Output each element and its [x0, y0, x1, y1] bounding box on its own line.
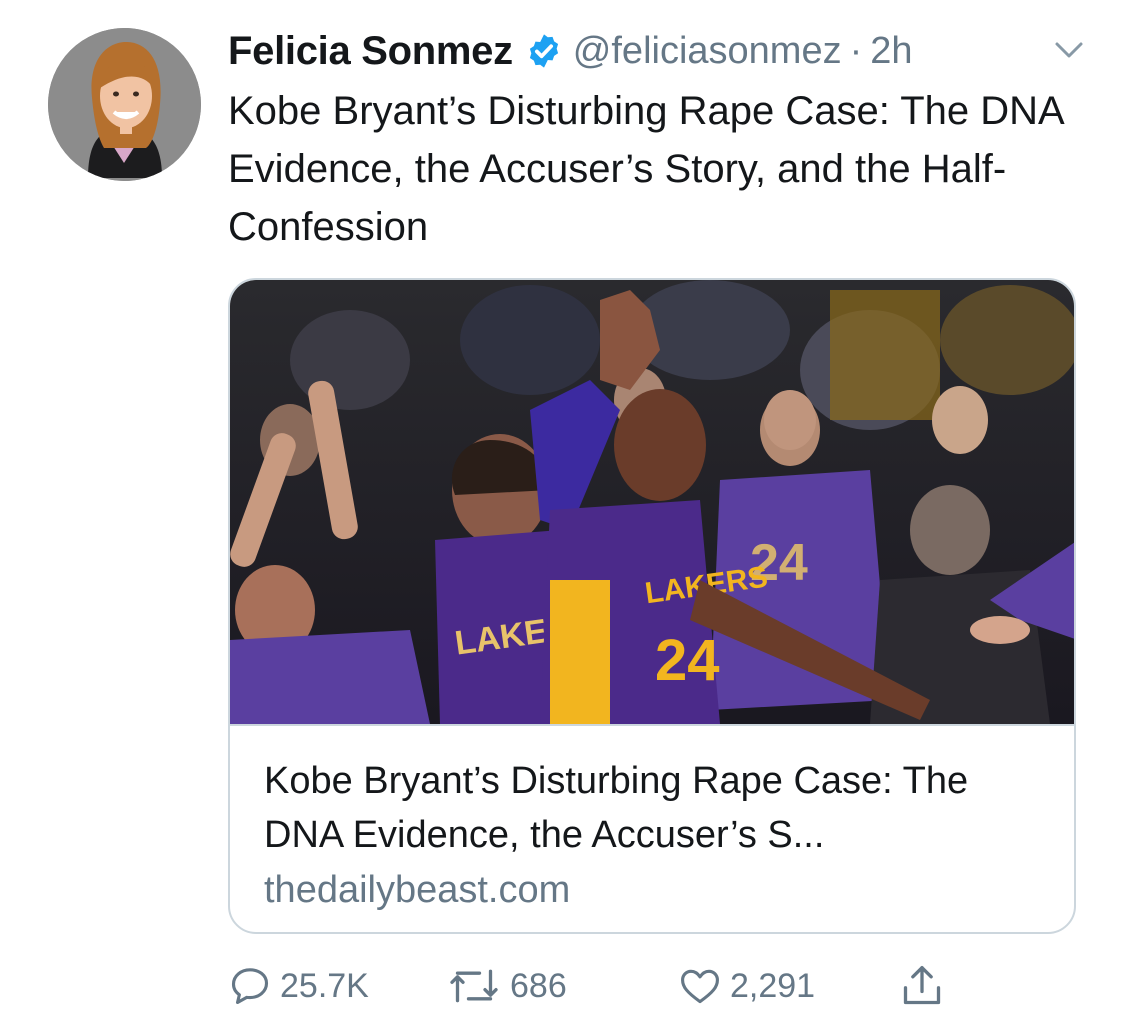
like-count: 2,291	[730, 966, 816, 1005]
tweet-actions: 25.7K 686 2,291	[228, 956, 968, 1016]
heart-icon	[681, 969, 719, 1004]
basketball-photo: 24 LAKE LAKERS 24	[230, 280, 1074, 724]
share-icon	[903, 966, 941, 1005]
jersey-number: 24	[655, 628, 720, 693]
chevron-down-icon[interactable]	[1053, 38, 1085, 62]
reply-count: 25.7K	[280, 966, 369, 1005]
verified-badge-icon	[525, 32, 563, 70]
timestamp[interactable]: 2h	[870, 30, 912, 73]
link-card[interactable]: 24 LAKE LAKERS 24	[228, 278, 1076, 934]
reply-icon	[231, 968, 269, 1005]
retweet-button[interactable]: 686	[446, 956, 567, 1016]
like-button[interactable]: 2,291	[678, 956, 815, 1016]
retweet-icon	[450, 969, 498, 1003]
card-body[interactable]: Kobe Bryant’s Disturbing Rape Case: The …	[230, 724, 1074, 932]
retweet-count: 686	[510, 966, 567, 1005]
card-image: 24 LAKE LAKERS 24	[230, 280, 1074, 724]
author-name[interactable]: Felicia Sonmez	[228, 29, 513, 74]
author-handle[interactable]: @feliciasonmez	[573, 30, 842, 73]
reply-button[interactable]: 25.7K	[228, 956, 369, 1016]
separator-dot: ·	[849, 29, 863, 72]
card-title[interactable]: Kobe Bryant’s Disturbing Rape Case: The …	[264, 754, 1044, 862]
tweet-header: Felicia Sonmez @feliciasonmez · 2h	[228, 26, 1085, 76]
share-button[interactable]	[900, 956, 944, 1016]
author-avatar[interactable]	[48, 28, 201, 181]
avatar-photo	[48, 28, 201, 181]
tweet-text: Kobe Bryant’s Disturbing Rape Case: The …	[228, 89, 1063, 249]
card-domain[interactable]: thedailybeast.com	[264, 864, 570, 916]
